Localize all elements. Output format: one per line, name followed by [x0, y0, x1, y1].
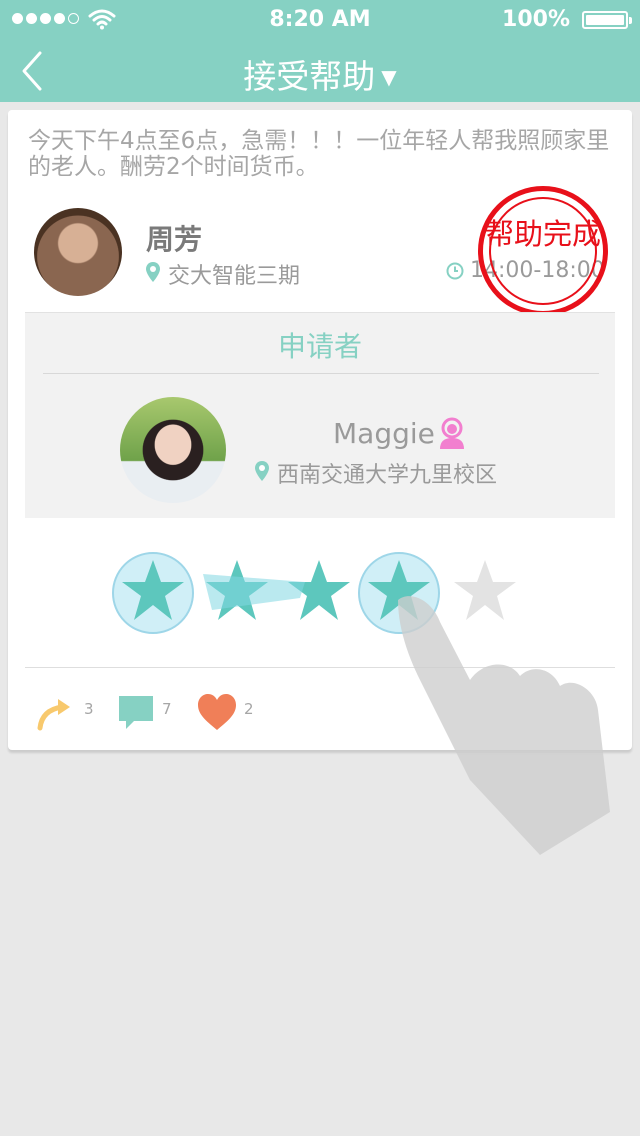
share-arrow-icon	[37, 699, 70, 731]
star-icon	[122, 560, 184, 620]
help-request-card: 今天下午4点至6点，急需！！！一位年轻人帮我照顾家里的老人。酬劳2个时间货币。 …	[8, 110, 632, 750]
star-icon	[288, 560, 350, 620]
heart-icon	[198, 694, 236, 730]
applicant-panel: 申请者 Maggie 西南交通大学九里校区	[25, 312, 615, 518]
share-button[interactable]: 3	[36, 692, 106, 732]
applicant-name: Maggie	[333, 417, 435, 450]
star-icon	[206, 560, 268, 620]
stamp-text: 帮助完成	[484, 217, 601, 251]
battery-icon	[582, 11, 632, 29]
poster-name: 周芳	[146, 223, 203, 256]
rating-star-5[interactable]	[444, 552, 526, 634]
like-count: 2	[244, 700, 254, 718]
status-bar: 8:20 AM 100%	[0, 0, 640, 40]
request-description: 今天下午4点至6点，急需！！！一位年轻人帮我照顾家里的老人。酬劳2个时间货币。	[28, 128, 610, 180]
poster-avatar[interactable]	[34, 208, 122, 296]
divider	[43, 373, 599, 374]
dropdown-arrow-icon: ▼	[381, 65, 397, 89]
rating-star-1[interactable]	[112, 552, 194, 634]
divider	[25, 667, 615, 668]
location-pin-icon	[146, 262, 160, 282]
applicant-location: 西南交通大学九里校区	[277, 463, 498, 488]
star-icon	[454, 560, 516, 620]
like-button[interactable]: 2	[196, 692, 266, 732]
comment-count: 7	[162, 700, 172, 718]
battery-percent: 100%	[502, 7, 570, 32]
clock-icon	[446, 262, 464, 280]
star-rating[interactable]	[8, 550, 632, 640]
location-pin-icon	[255, 461, 269, 481]
nav-bar: 接受帮助 ▼	[0, 40, 640, 102]
female-user-icon	[440, 417, 464, 449]
page-title: 接受帮助	[243, 57, 376, 96]
rating-star-2[interactable]	[196, 552, 278, 634]
help-completed-stamp: 帮助完成	[478, 186, 608, 316]
comment-bubble-icon	[119, 696, 153, 729]
star-icon	[368, 560, 430, 620]
share-count: 3	[84, 700, 94, 718]
rating-star-3[interactable]	[278, 552, 360, 634]
applicant-avatar[interactable]	[120, 397, 226, 503]
rating-star-4[interactable]	[358, 552, 440, 634]
comment-button[interactable]: 7	[116, 692, 186, 732]
page-title-dropdown[interactable]: 接受帮助 ▼	[0, 50, 640, 98]
poster-location: 交大智能三期	[168, 264, 301, 289]
applicant-section-label: 申请者	[277, 330, 362, 363]
